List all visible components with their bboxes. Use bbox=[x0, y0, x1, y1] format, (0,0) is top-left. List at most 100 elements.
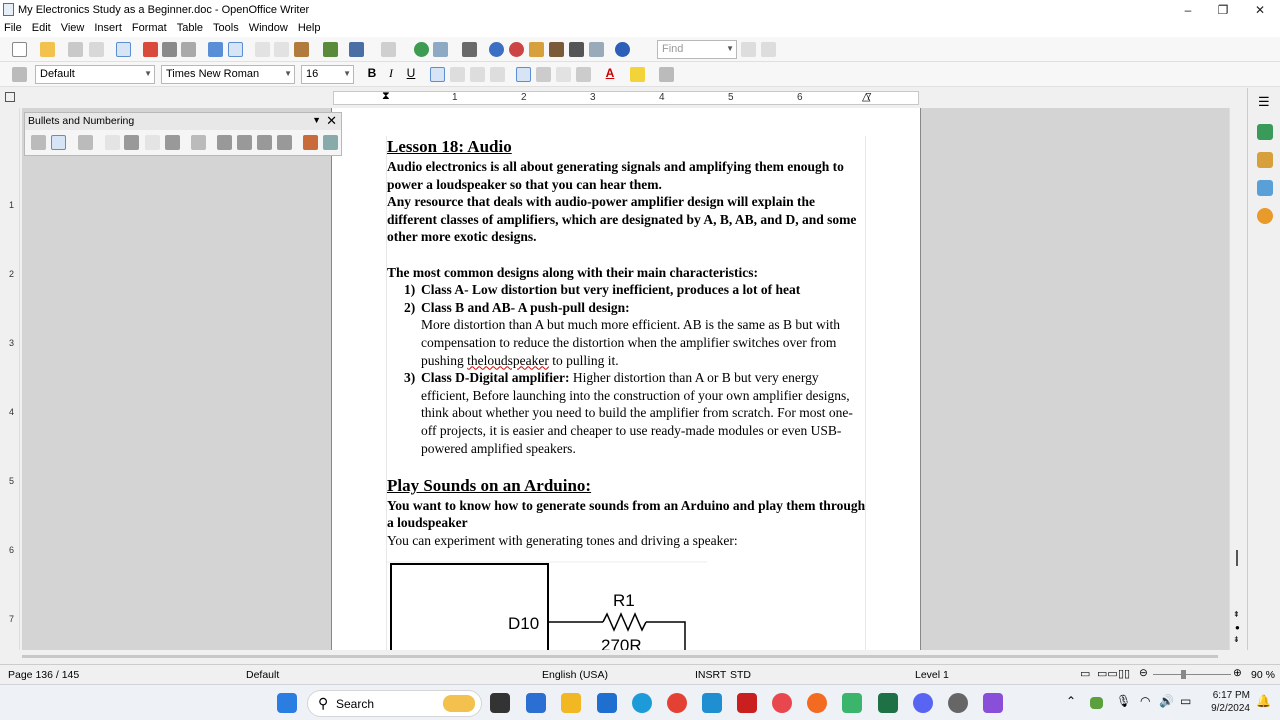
spellcheck-icon[interactable] bbox=[208, 42, 223, 57]
horizontal-ruler[interactable]: 1 2 3 4 5 6 7 ⧗ △ bbox=[333, 90, 919, 105]
align-center-icon[interactable] bbox=[450, 67, 465, 82]
menu-window[interactable]: Window bbox=[248, 22, 289, 34]
store-icon[interactable] bbox=[526, 693, 546, 713]
tray-app-icon[interactable] bbox=[1090, 697, 1103, 709]
justify-icon[interactable] bbox=[490, 67, 505, 82]
multi-page-view-icon[interactable]: ▭▭ bbox=[1097, 667, 1118, 680]
copy-icon[interactable] bbox=[274, 42, 289, 57]
demote-one-level-icon[interactable] bbox=[165, 135, 180, 150]
page-style[interactable]: Default bbox=[246, 669, 279, 681]
app-icon[interactable] bbox=[842, 693, 862, 713]
export-pdf-icon[interactable] bbox=[143, 42, 158, 57]
new-document-icon[interactable] bbox=[12, 42, 27, 57]
table-icon[interactable] bbox=[433, 42, 448, 57]
previous-page-icon[interactable]: ⇞ bbox=[1233, 610, 1240, 619]
zoom-icon[interactable] bbox=[589, 42, 604, 57]
document-body[interactable]: Lesson 18: Audio Audio electronics is al… bbox=[387, 136, 867, 549]
move-up-with-subpoints-icon[interactable] bbox=[257, 135, 272, 150]
scrollbar-thumb[interactable] bbox=[1236, 550, 1238, 566]
menu-help[interactable]: Help bbox=[297, 22, 322, 34]
menu-view[interactable]: View bbox=[60, 22, 86, 34]
paragraph-style-select[interactable]: Default ▼ bbox=[35, 65, 155, 84]
numbering-icon[interactable] bbox=[516, 67, 531, 82]
zoom-slider[interactable] bbox=[1153, 674, 1231, 675]
font-name-select[interactable]: Times New Roman ▼ bbox=[161, 65, 295, 84]
minimize-button[interactable]: – bbox=[1170, 0, 1206, 19]
restart-numbering-icon[interactable] bbox=[303, 135, 318, 150]
edit-mode-icon[interactable] bbox=[116, 42, 131, 57]
next-page-icon[interactable]: ⇟ bbox=[1233, 635, 1240, 644]
maximize-button[interactable]: ❐ bbox=[1205, 0, 1241, 19]
clone-formatting-icon[interactable] bbox=[323, 42, 338, 57]
help-icon[interactable] bbox=[615, 42, 630, 57]
decrease-indent-icon[interactable] bbox=[556, 67, 571, 82]
edge-icon[interactable] bbox=[632, 693, 652, 713]
clock[interactable]: 6:17 PM 9/2/2024 bbox=[1200, 689, 1250, 715]
bullets-icon[interactable] bbox=[536, 67, 551, 82]
misspelled-word[interactable]: theloudspeaker bbox=[467, 353, 549, 368]
navigator-sidebar-icon[interactable] bbox=[1257, 208, 1273, 224]
bullets-off-icon[interactable] bbox=[31, 135, 46, 150]
background-color-icon[interactable] bbox=[659, 67, 674, 82]
formatting-marks-icon[interactable] bbox=[569, 42, 584, 57]
start-icon[interactable] bbox=[277, 693, 297, 713]
underline-button[interactable]: U bbox=[403, 66, 419, 82]
bold-button[interactable]: B bbox=[364, 66, 380, 82]
taskbar-search[interactable]: ⚲ Search bbox=[307, 690, 482, 717]
move-down-icon[interactable] bbox=[237, 135, 252, 150]
undo-icon[interactable] bbox=[349, 42, 364, 57]
menu-edit[interactable]: Edit bbox=[31, 22, 52, 34]
menu-format[interactable]: Format bbox=[131, 22, 168, 34]
font-size-select[interactable]: 16 ▼ bbox=[301, 65, 354, 84]
zoom-in-icon[interactable]: ⊕ bbox=[1233, 667, 1242, 679]
close-button[interactable]: ✕ bbox=[1242, 0, 1278, 19]
microphone-icon[interactable]: 🎙 bbox=[1116, 694, 1131, 708]
scrollbar-thumb[interactable] bbox=[22, 655, 1218, 658]
find-previous-icon[interactable] bbox=[761, 42, 776, 57]
bullets-numbering-panel[interactable]: Bullets and Numbering ▼ ✕ bbox=[24, 112, 342, 156]
volume-icon[interactable]: 🔊 bbox=[1159, 694, 1174, 708]
firefox-icon[interactable] bbox=[807, 693, 827, 713]
task-view-icon[interactable] bbox=[490, 693, 510, 713]
circuit-diagram[interactable]: D10 R1 270R bbox=[387, 560, 767, 650]
battery-icon[interactable]: ▭ bbox=[1180, 694, 1191, 708]
wifi-icon[interactable]: ◠ bbox=[1140, 694, 1150, 708]
openoffice-taskbar-icon[interactable] bbox=[702, 693, 722, 713]
move-down-with-subpoints-icon[interactable] bbox=[277, 135, 292, 150]
styles-formatting-icon[interactable] bbox=[12, 67, 27, 82]
bullets-numbering-dialog-icon[interactable] bbox=[323, 135, 338, 150]
insert-unnumbered-entry-icon[interactable] bbox=[191, 135, 206, 150]
panel-close-button[interactable]: ✕ bbox=[326, 113, 337, 129]
chevron-up-icon[interactable]: ⌃ bbox=[1066, 694, 1076, 708]
zoom-slider-thumb[interactable] bbox=[1181, 670, 1186, 679]
menu-table[interactable]: Table bbox=[176, 22, 204, 34]
menu-file[interactable]: File bbox=[3, 22, 23, 34]
align-right-icon[interactable] bbox=[470, 67, 485, 82]
properties-icon[interactable] bbox=[1257, 124, 1273, 140]
find-input[interactable]: Find ▼ bbox=[657, 40, 737, 59]
chrome-icon[interactable] bbox=[667, 693, 687, 713]
find-next-icon[interactable] bbox=[741, 42, 756, 57]
gallery-icon[interactable] bbox=[509, 42, 524, 57]
styles-icon[interactable] bbox=[1257, 152, 1273, 168]
horizontal-scrollbar[interactable] bbox=[0, 650, 1280, 664]
font-color-button[interactable]: A bbox=[602, 66, 618, 82]
data-sources-icon[interactable] bbox=[529, 42, 544, 57]
promote-one-level-icon[interactable] bbox=[145, 135, 160, 150]
show-draw-functions-icon[interactable] bbox=[462, 42, 477, 57]
demote-icon[interactable] bbox=[124, 135, 139, 150]
page-counter[interactable]: Page 136 / 145 bbox=[8, 669, 79, 681]
selection-mode[interactable]: STD bbox=[730, 669, 751, 681]
navigation-icon[interactable]: ● bbox=[1235, 623, 1240, 632]
notifications-icon[interactable]: 🔔 bbox=[1256, 694, 1271, 708]
panel-menu-icon[interactable]: ▼ bbox=[312, 115, 321, 125]
zoom-level[interactable]: 90 % bbox=[1251, 669, 1275, 681]
sidebar-menu-icon[interactable]: ☰ bbox=[1258, 94, 1270, 110]
no-list-icon[interactable] bbox=[78, 135, 93, 150]
align-left-icon[interactable] bbox=[430, 67, 445, 82]
italic-button[interactable]: I bbox=[383, 66, 399, 82]
frame-icon[interactable] bbox=[549, 42, 564, 57]
zoom-out-icon[interactable]: ⊖ bbox=[1139, 667, 1148, 679]
settings-icon[interactable] bbox=[948, 693, 968, 713]
hyperlink-icon[interactable] bbox=[414, 42, 429, 57]
